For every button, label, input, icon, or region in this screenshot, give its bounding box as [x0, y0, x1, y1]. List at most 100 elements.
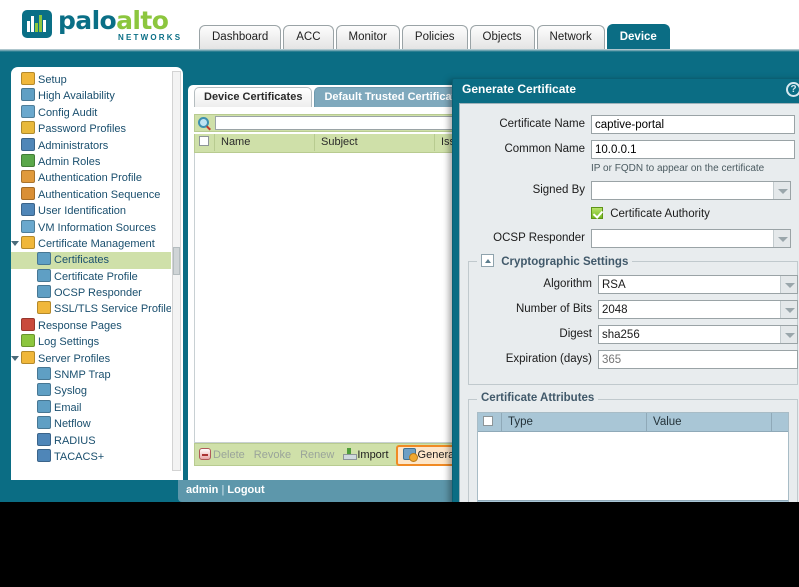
- common-name-input[interactable]: [591, 140, 795, 159]
- logout-link[interactable]: Logout: [227, 484, 264, 496]
- number-of-bits-value: 2048: [602, 304, 628, 316]
- authentication-sequence-icon: [21, 186, 35, 200]
- sidebar-item-label: High Availability: [38, 90, 115, 103]
- sidebar-item-setup[interactable]: Setup: [11, 72, 171, 88]
- certificate-authority-control[interactable]: Certificate Authority: [591, 207, 710, 220]
- column-header-subject[interactable]: Subject: [315, 134, 435, 151]
- chevron-down-icon[interactable]: [773, 230, 790, 247]
- sidebar-item-ssl-tls-service-profile[interactable]: SSL/TLS Service Profile: [11, 301, 171, 317]
- certificate-attributes-group: Certificate Attributes Type Value Add: [468, 392, 798, 502]
- attributes-select-all-checkbox[interactable]: [483, 416, 493, 426]
- dialog-title: Generate Certificate: [462, 82, 577, 96]
- chevron-down-icon[interactable]: [780, 326, 797, 343]
- password-profiles-icon: [21, 121, 35, 135]
- minus-icon: [199, 448, 211, 460]
- sidebar-item-tacacs-[interactable]: TACACS+: [11, 448, 171, 465]
- sidebar-item-server-profiles[interactable]: Server Profiles: [11, 350, 171, 367]
- dialog-title-bar: Generate Certificate ?: [453, 79, 799, 101]
- help-icon[interactable]: ?: [786, 82, 799, 97]
- sidebar-item-label: Syslog: [54, 385, 88, 398]
- select-all-checkbox[interactable]: [199, 136, 209, 146]
- signed-by-select[interactable]: [591, 181, 791, 200]
- config-audit-icon: [21, 104, 35, 118]
- certificate-name-label: Certificate Name: [499, 118, 585, 130]
- sidebar-scrollbar[interactable]: [172, 71, 181, 471]
- nav-tab-device[interactable]: Device: [606, 24, 670, 51]
- sidebar-item-high-availability[interactable]: High Availability: [11, 88, 171, 104]
- radius-icon: [37, 432, 51, 446]
- sidebar-item-response-pages[interactable]: Response Pages: [11, 317, 171, 334]
- attributes-select-all-header[interactable]: [478, 413, 502, 431]
- generate-certificate-dialog: Generate Certificate ? Certificate Name …: [452, 78, 799, 502]
- ocsp-responder-label: OCSP Responder: [493, 232, 585, 244]
- attributes-column-type[interactable]: Type: [502, 413, 647, 431]
- sidebar-item-authentication-profile[interactable]: Authentication Profile: [11, 170, 171, 186]
- cert-import-button[interactable]: Import: [343, 444, 389, 466]
- nav-tab-dashboard[interactable]: Dashboard: [199, 25, 282, 49]
- sidebar-item-authentication-sequence[interactable]: Authentication Sequence: [11, 186, 171, 203]
- nav-tab-policies[interactable]: Policies: [401, 25, 468, 49]
- sidebar-item-certificates[interactable]: Certificates: [11, 252, 171, 269]
- digest-select[interactable]: sha256: [598, 325, 798, 344]
- sidebar-item-label: Server Profiles: [38, 352, 111, 365]
- sidebar-item-label: Config Audit: [38, 106, 98, 119]
- status-bar: admin | Logout: [178, 480, 478, 502]
- sidebar-item-vm-information-sources[interactable]: VM Information Sources: [11, 219, 171, 236]
- number-of-bits-select[interactable]: 2048: [598, 300, 798, 319]
- sidebar-item-netflow[interactable]: Netflow: [11, 416, 171, 432]
- sidebar-item-user-identification[interactable]: User Identification: [11, 203, 171, 219]
- collapse-toggle-icon[interactable]: [481, 254, 494, 267]
- search-icon: [198, 117, 209, 128]
- sidebar-item-label: Response Pages: [38, 319, 122, 332]
- cert-delete-button: Delete: [199, 444, 245, 466]
- column-header-name[interactable]: Name: [215, 134, 315, 151]
- sidebar-item-admin-roles[interactable]: Admin Roles: [11, 153, 171, 170]
- select-all-header[interactable]: [195, 134, 215, 151]
- sidebar-item-ocsp-responder[interactable]: OCSP Responder: [11, 285, 171, 301]
- ocsp-responder-select[interactable]: [591, 229, 791, 248]
- nav-tab-objects[interactable]: Objects: [469, 25, 535, 49]
- common-name-label: Common Name: [504, 143, 585, 155]
- top-header-bar: paloalto NETWORKS Dashboard ACC Monitor Pol…: [0, 0, 799, 51]
- algorithm-select[interactable]: RSA: [598, 275, 798, 294]
- sidebar-item-log-settings[interactable]: Log Settings: [11, 334, 171, 350]
- number-of-bits-label: Number of Bits: [515, 303, 592, 315]
- certificate-name-input[interactable]: [591, 115, 795, 134]
- attributes-action-bar: Add Delete: [478, 500, 788, 502]
- sidebar-item-syslog[interactable]: Syslog: [11, 383, 171, 399]
- nav-tab-network[interactable]: Network: [536, 25, 605, 49]
- certificate-authority-checkbox[interactable]: [591, 207, 603, 219]
- tree-expand-icon[interactable]: [11, 240, 19, 246]
- attributes-column-value[interactable]: Value: [647, 413, 772, 431]
- sidebar-item-administrators[interactable]: Administrators: [11, 137, 171, 154]
- admin-roles-icon: [21, 153, 35, 167]
- digest-label: Digest: [559, 328, 592, 340]
- syslog-icon: [37, 383, 51, 397]
- server-profiles-icon: [21, 350, 35, 364]
- chevron-down-icon[interactable]: [780, 276, 797, 293]
- response-pages-icon: [21, 317, 35, 331]
- algorithm-value: RSA: [602, 279, 626, 291]
- sidebar-item-certificate-management[interactable]: Certificate Management: [11, 235, 171, 252]
- sidebar-item-label: Authentication Profile: [38, 172, 142, 185]
- nav-tab-monitor[interactable]: Monitor: [335, 25, 400, 49]
- netflow-icon: [37, 416, 51, 430]
- nav-tab-acc[interactable]: ACC: [283, 25, 334, 49]
- sidebar-item-password-profiles[interactable]: Password Profiles: [11, 121, 171, 137]
- sidebar-item-radius[interactable]: RADIUS: [11, 432, 171, 449]
- cert-revoke-button: Revoke: [254, 444, 291, 466]
- cert-tab-device-certificates[interactable]: Device Certificates: [194, 87, 313, 107]
- logo-subtitle: NETWORKS: [118, 33, 183, 42]
- sidebar-item-config-audit[interactable]: Config Audit: [11, 104, 171, 121]
- tree-expand-icon[interactable]: [11, 355, 19, 361]
- chevron-down-icon[interactable]: [773, 182, 790, 199]
- sidebar-item-snmp-trap[interactable]: SNMP Trap: [11, 367, 171, 383]
- sidebar-item-certificate-profile[interactable]: Certificate Profile: [11, 268, 171, 285]
- chevron-down-icon[interactable]: [780, 301, 797, 318]
- sidebar-item-email[interactable]: Email: [11, 399, 171, 416]
- sidebar-item-label: Authentication Sequence: [38, 188, 161, 201]
- sidebar-item-label: SNMP Trap: [54, 369, 111, 382]
- sidebar-item-label: Email: [54, 401, 82, 414]
- sidebar-scrollbar-thumb[interactable]: [173, 247, 180, 275]
- expiration-days-input[interactable]: [598, 350, 798, 369]
